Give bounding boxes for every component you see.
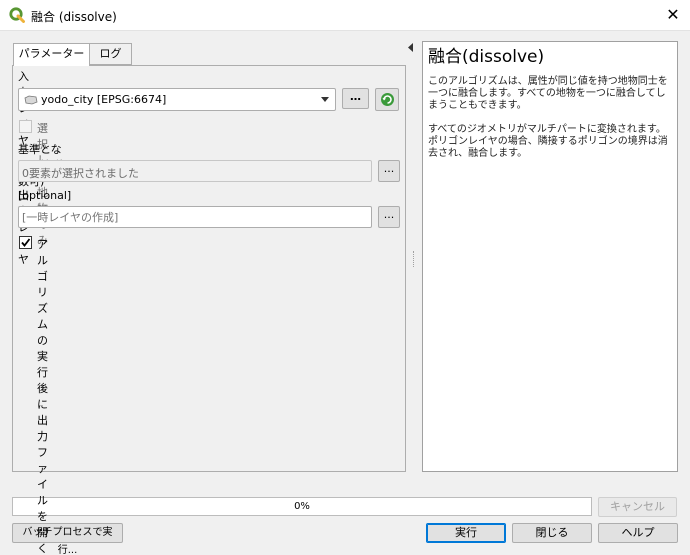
dissolve-field-selection[interactable]: 0要素が選択されました bbox=[18, 160, 372, 182]
selected-features-only-checkbox[interactable] bbox=[19, 120, 32, 133]
help-title: 融合(dissolve) bbox=[428, 47, 545, 67]
run-as-batch-label: バッチプロセスで実行... bbox=[22, 527, 113, 555]
ellipsis-icon: ... bbox=[383, 208, 395, 221]
title-bar: 融合 (dissolve) ✕ bbox=[0, 0, 690, 31]
collapse-panel-icon[interactable] bbox=[408, 43, 414, 52]
cancel-button-label: キャンセル bbox=[610, 500, 665, 513]
refresh-icon bbox=[381, 93, 394, 106]
polygon-layer-icon bbox=[24, 95, 38, 105]
iterate-features-button[interactable] bbox=[375, 88, 399, 111]
tab-log[interactable]: ログ bbox=[89, 43, 132, 65]
open-output-label: アルゴリズムの実行後に出力ファイルを開く bbox=[37, 238, 48, 555]
help-button-label: ヘルプ bbox=[621, 526, 655, 539]
checkmark-icon bbox=[21, 238, 31, 247]
progress-label: 0% bbox=[294, 501, 310, 512]
close-button[interactable]: 閉じる bbox=[512, 523, 592, 543]
progress-bar: 0% bbox=[12, 497, 592, 516]
tab-parameters-label: パラメーター bbox=[18, 47, 85, 60]
close-icon: ✕ bbox=[666, 5, 680, 24]
tab-parameters[interactable]: パラメーター bbox=[13, 43, 90, 66]
splitter-handle[interactable] bbox=[413, 251, 415, 267]
input-layer-value: yodo_city [EPSG:6674] bbox=[41, 93, 167, 106]
close-window-button[interactable]: ✕ bbox=[656, 0, 690, 31]
ellipsis-icon: … bbox=[350, 90, 361, 103]
window-title: 融合 (dissolve) bbox=[31, 10, 117, 24]
output-layer-input[interactable] bbox=[18, 206, 372, 228]
output-browse-button[interactable]: ... bbox=[378, 206, 400, 228]
run-button-label: 実行 bbox=[455, 526, 477, 539]
help-panel: 融合(dissolve) このアルゴリズムは、属性が同じ値を持つ地物同士を一つに… bbox=[422, 41, 678, 472]
chevron-down-icon bbox=[321, 97, 329, 102]
help-paragraph-1: このアルゴリズムは、属性が同じ値を持つ地物同士を一つに融合します。すべての地物を… bbox=[428, 76, 668, 111]
run-as-batch-button[interactable]: バッチプロセスで実行... bbox=[12, 523, 123, 555]
ellipsis-icon: ... bbox=[383, 162, 395, 175]
help-paragraph-2: すべてのジオメトリがマルチパートに変換されます。ポリゴンレイヤの場合、隣接するポ… bbox=[428, 124, 668, 159]
close-button-label: 閉じる bbox=[535, 526, 569, 539]
dissolve-field-value: 0要素が選択されました bbox=[22, 167, 139, 180]
parameters-panel bbox=[12, 65, 406, 472]
qgis-logo-icon bbox=[9, 7, 25, 23]
dissolve-field-browse-button[interactable]: ... bbox=[378, 160, 400, 182]
cancel-button[interactable]: キャンセル bbox=[598, 497, 677, 517]
run-button[interactable]: 実行 bbox=[426, 523, 506, 543]
help-button[interactable]: ヘルプ bbox=[598, 523, 678, 543]
tab-log-label: ログ bbox=[99, 47, 122, 60]
open-output-checkbox[interactable] bbox=[19, 236, 32, 249]
input-layer-options-button[interactable]: … bbox=[342, 88, 369, 109]
input-layer-combo[interactable]: yodo_city [EPSG:6674] bbox=[18, 88, 336, 111]
